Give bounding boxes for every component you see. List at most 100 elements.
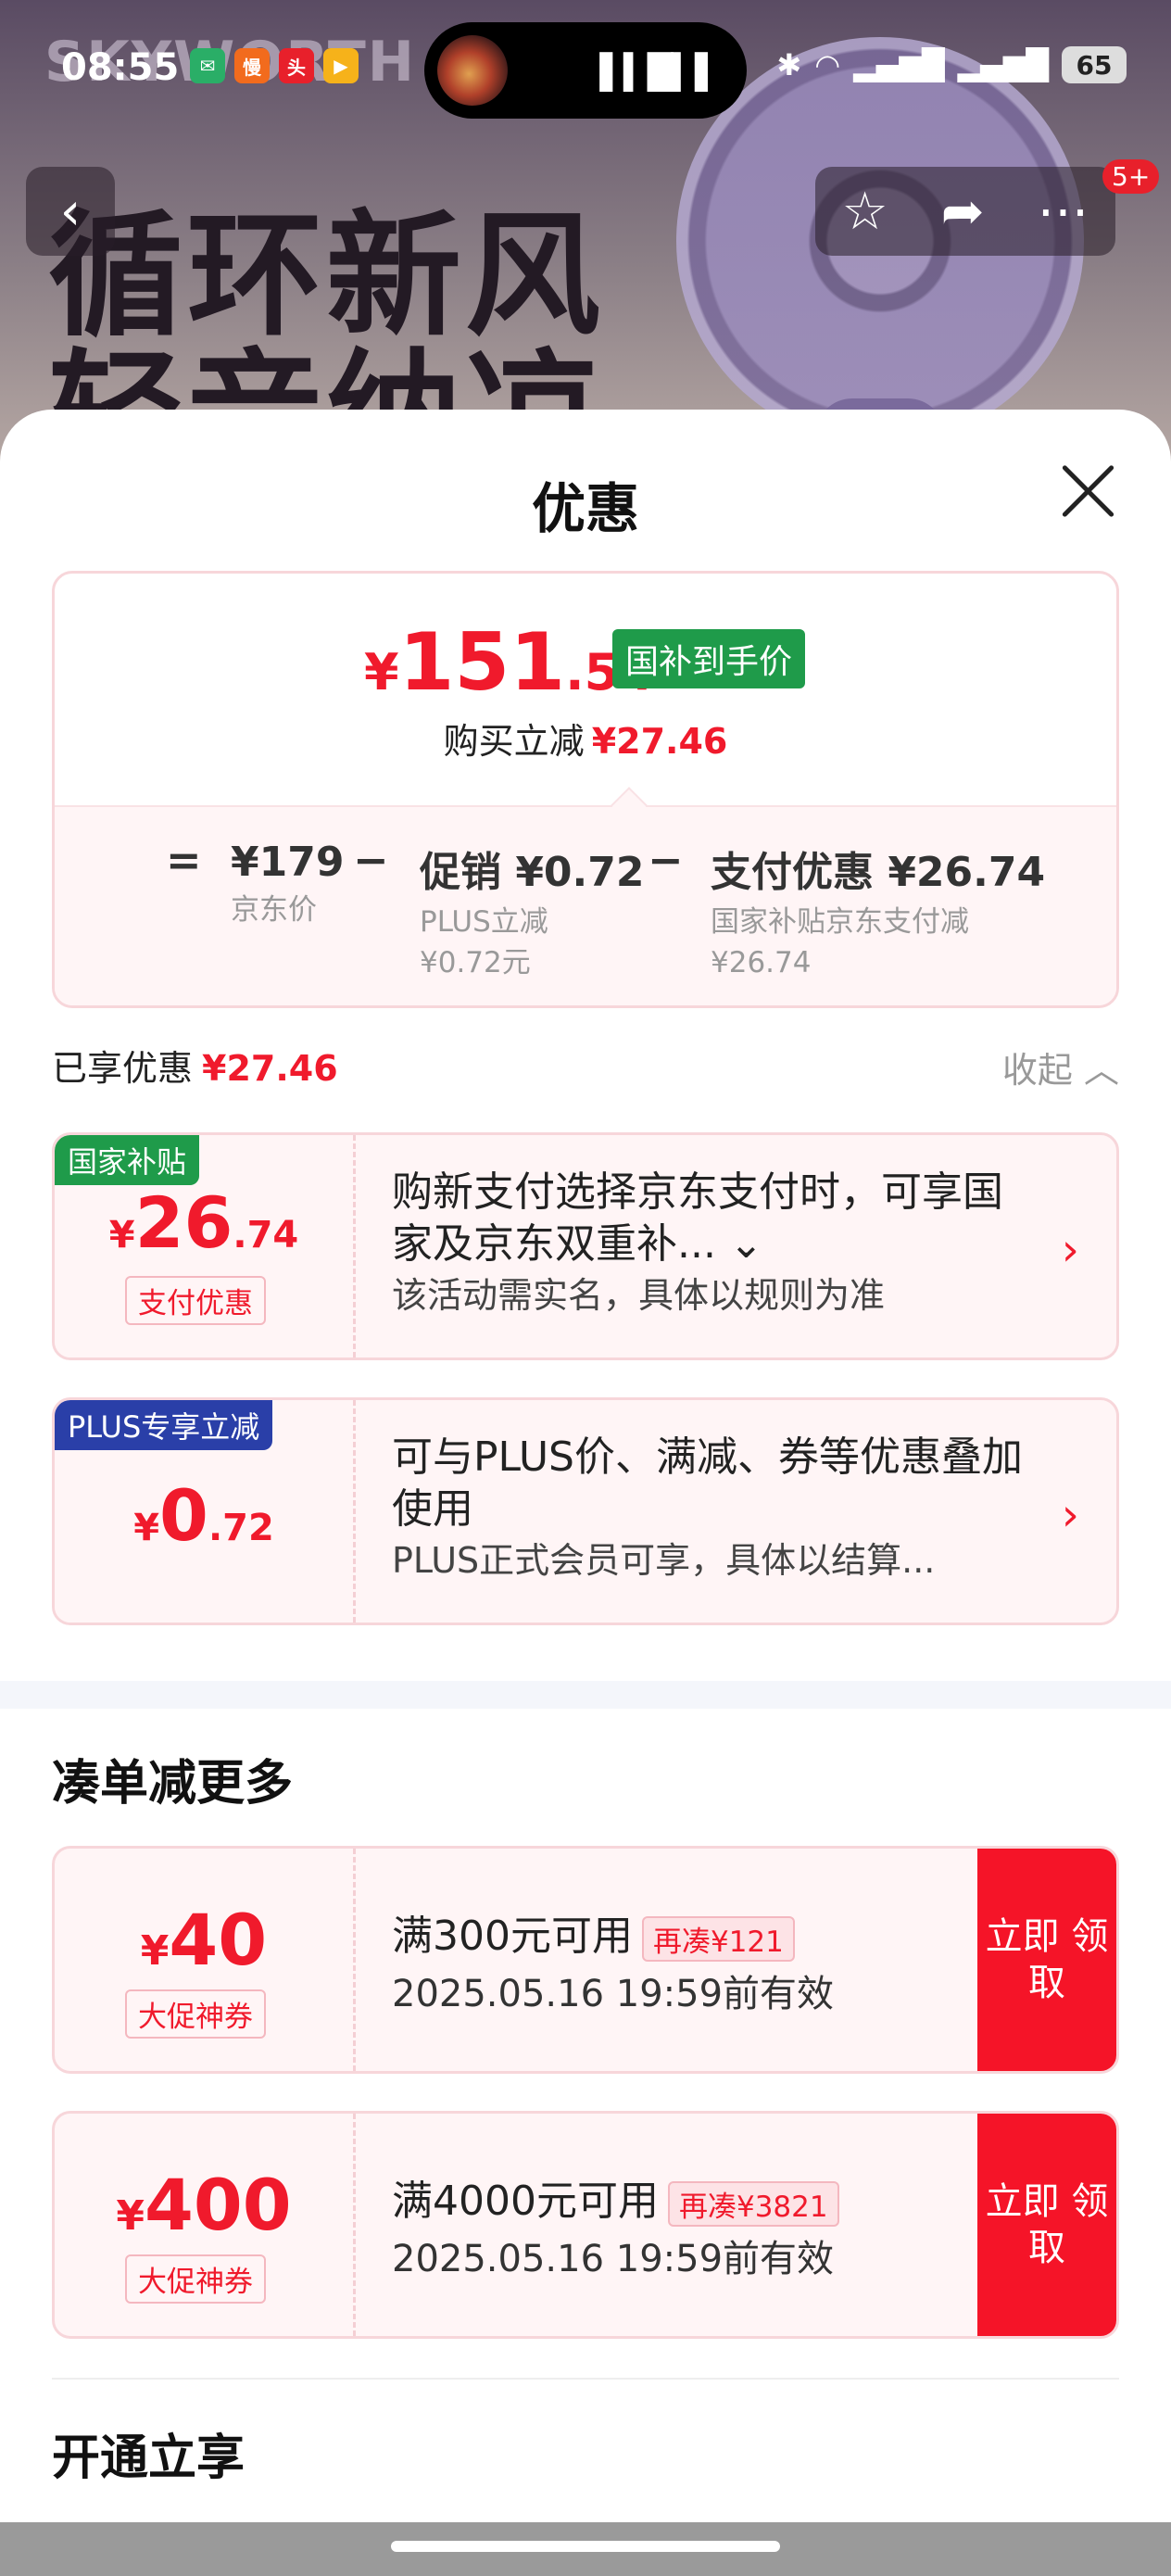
deal-description: 可与PLUS价、满减、券等优惠叠加使用 PLUS正式会员可享，具体以结算...	[392, 1432, 1031, 1585]
minus-sign: −	[353, 835, 389, 885]
wechat-icon: ✉	[190, 48, 225, 83]
enjoyed-label: 已享优惠	[52, 1048, 194, 1089]
chevron-right-icon: ›	[1061, 1489, 1079, 1541]
coupon-gap-chip: 再凑¥121	[641, 1915, 795, 1962]
top-actions: ☆ ➦ ⋯	[815, 167, 1115, 256]
video-app-icon: ▶	[323, 48, 359, 83]
minus-sign: −	[648, 835, 684, 885]
enjoyed-amount: ¥27.46	[202, 1048, 338, 1089]
slow-app-icon: 慢	[234, 48, 270, 83]
price-integer: 151	[398, 616, 566, 709]
dynamic-island[interactable]: ▌▍█▍▌	[424, 22, 747, 119]
notification-icons: ✉ 慢头 ▶	[190, 48, 359, 83]
sheet-title: 优惠	[531, 477, 639, 540]
deal-description: 购新支付选择京东支付时，可享国家及京东双重补... ⌄ 该活动需实名，具体以规则…	[392, 1167, 1031, 1320]
audio-wave-icon: ▌▍█▍▌	[599, 54, 721, 92]
promo-col: 促销 ¥0.72 PLUS立减 ¥0.72元	[420, 839, 645, 983]
deal-decimal: .72	[208, 1507, 274, 1549]
deal-amount: ¥0.72	[55, 1474, 353, 1557]
deal-tag: PLUS专享立减	[55, 1400, 273, 1450]
wifi-icon: ◠	[814, 47, 841, 82]
price-formula: = ¥179 京东价 − 促销 ¥0.72 PLUS立减 ¥0.72元 − 支付…	[55, 805, 1116, 1005]
coupon-value: 400	[144, 2164, 292, 2246]
coupon-amount: ¥400	[55, 2164, 353, 2246]
jd-price-col: ¥179 京东价	[231, 839, 344, 930]
enjoyed-discount: 已享优惠 ¥27.46	[52, 1040, 338, 1091]
discount-sheet: 优惠 ¥151.54 国补到手价 购买立减 ¥27.46 = ¥179 京东价 −…	[0, 410, 1171, 2576]
status-bar: 08:55 ✉ 慢头 ▶ ▌▍█▍▌ ✱ ◠ ▂▄▆█ ▂▄▆█ 65	[0, 0, 1171, 139]
deal-left: 国家补贴 ¥26.74 支付优惠	[55, 1135, 353, 1357]
signal-5g-icon: ▂▄▆█	[853, 47, 945, 82]
deal-integer: 26	[134, 1181, 233, 1264]
system-icons: ✱ ◠ ▂▄▆█ ▂▄▆█ 65	[776, 46, 1127, 83]
favorite-star-icon[interactable]: ☆	[841, 182, 888, 242]
more-icon[interactable]: ⋯	[1038, 182, 1089, 242]
deal-amount: ¥26.74	[55, 1181, 353, 1264]
deal-integer: 0	[159, 1474, 208, 1557]
equals-sign: =	[166, 835, 202, 885]
coupon-divider	[353, 2114, 356, 2336]
share-icon[interactable]: ➦	[941, 182, 985, 242]
price-summary-card: ¥151.54 国补到手价 购买立减 ¥27.46 = ¥179 京东价 − 促销…	[52, 571, 1119, 1008]
promo-value: 促销 ¥0.72	[420, 849, 645, 896]
back-button[interactable]: ‹	[26, 167, 115, 256]
deal-decimal: .74	[233, 1214, 299, 1256]
coupon-condition-text: 满4000元可用	[392, 2178, 659, 2225]
price-symbol: ¥	[364, 643, 399, 701]
deal-symbol: ¥	[133, 1507, 160, 1549]
coupon-expiry: 2025.05.16 19:59前有效	[392, 2238, 835, 2280]
section-open-title: 开通立享	[52, 2431, 246, 2486]
home-indicator[interactable]	[391, 2541, 780, 2552]
signal-4g-icon: ▂▄▆█	[957, 47, 1049, 82]
divider	[52, 2378, 1119, 2380]
collapse-toggle[interactable]: 收起 ︿	[1002, 1042, 1119, 1092]
coupon-amount: ¥40	[55, 1899, 353, 1981]
coupon-condition-text: 满300元可用	[392, 1913, 633, 1960]
jd-price-label: 京东价	[231, 893, 317, 927]
close-icon[interactable]	[1058, 461, 1117, 521]
buy-reduce-amount: ¥27.46	[591, 721, 728, 762]
deal-subtext: PLUS正式会员可享，具体以结算...	[392, 1540, 936, 1581]
gov-subsidy-price-tag: 国补到手价	[612, 629, 806, 688]
deal-text: 购新支付选择京东支付时，可享国家及京东双重补... ⌄	[392, 1168, 1003, 1268]
message-badge: 5+	[1102, 159, 1160, 194]
coupon-value: 40	[169, 1899, 268, 1981]
pay-sub1: 国家补贴京东支付减	[711, 905, 969, 939]
deal-label: 支付优惠	[125, 1276, 266, 1325]
coupon-divider	[353, 1849, 356, 2071]
final-price: ¥151.54	[364, 616, 654, 709]
coupon-symbol: ¥	[140, 1927, 170, 1975]
deal-subtext: 该活动需实名，具体以规则为准	[392, 1275, 886, 1316]
coupon-label: 大促神券	[125, 1989, 266, 2039]
coupon-gap-chip: 再凑¥3821	[667, 2180, 839, 2227]
deal-tag: 国家补贴	[55, 1135, 200, 1185]
section-gap	[0, 1681, 1171, 1709]
pay-value: 支付优惠 ¥26.74	[711, 849, 1046, 896]
promo-sub2: ¥0.72元	[420, 946, 531, 979]
deal-left: PLUS专享立减 ¥0.72	[55, 1400, 353, 1623]
claim-coupon-button[interactable]: 立即 领取	[977, 2114, 1116, 2336]
coupon-card: ¥40 大促神券 满300元可用 再凑¥121 2025.05.16 19:59前…	[52, 1846, 1119, 2074]
chevron-right-icon: ›	[1061, 1224, 1079, 1276]
pay-col: 支付优惠 ¥26.74 国家补贴京东支付减 ¥26.74	[711, 839, 1045, 983]
deal-divider	[353, 1135, 356, 1357]
buy-reduce-label: 购买立减	[443, 721, 585, 762]
pay-sub2: ¥26.74	[711, 946, 812, 979]
buy-reduce-line: 购买立减 ¥27.46	[55, 713, 1116, 764]
deal-card-plus[interactable]: PLUS专享立减 ¥0.72 可与PLUS价、满减、券等优惠叠加使用 PLUS正…	[52, 1397, 1119, 1625]
coupon-condition: 满4000元可用 再凑¥3821	[392, 2167, 839, 2227]
coupon-symbol: ¥	[116, 2192, 145, 2240]
battery-icon: 65	[1062, 46, 1127, 83]
coupon-expiry: 2025.05.16 19:59前有效	[392, 1973, 835, 2015]
status-time: 08:55	[61, 46, 180, 89]
toutiao-icon: 头	[279, 48, 314, 83]
deal-divider	[353, 1400, 356, 1623]
bluetooth-icon: ✱	[776, 47, 802, 82]
coupon-label: 大促神券	[125, 2254, 266, 2304]
jd-price-value: ¥179	[231, 839, 345, 886]
section-more-title: 凑单减更多	[52, 1756, 294, 1812]
coupon-card: ¥400 大促神券 满4000元可用 再凑¥3821 2025.05.16 19:…	[52, 2111, 1119, 2339]
promo-sub1: PLUS立减	[420, 905, 548, 939]
deal-card-gov-subsidy[interactable]: 国家补贴 ¥26.74 支付优惠 购新支付选择京东支付时，可享国家及京东双重补.…	[52, 1132, 1119, 1360]
claim-coupon-button[interactable]: 立即 领取	[977, 1849, 1116, 2071]
